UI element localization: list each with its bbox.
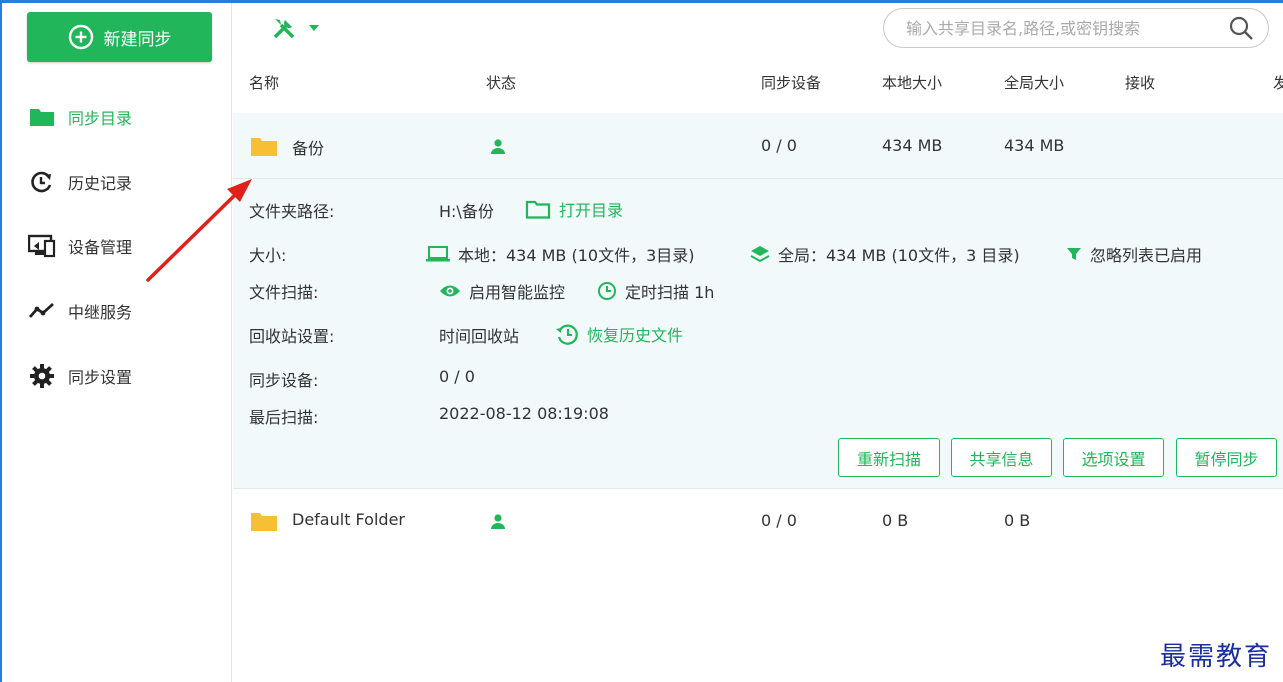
user-icon: [491, 514, 505, 529]
recycle-value: 时间回收站: [439, 327, 520, 346]
path-value: H:\备份: [439, 202, 494, 221]
restore-icon: [556, 324, 578, 345]
sidebar-item-label: 设备管理: [68, 238, 133, 257]
new-sync-button[interactable]: 新建同步: [27, 12, 212, 62]
global-size: 434 MB: [1004, 136, 1065, 155]
app-window: 新建同步 同步目录 历史记录 设备管理 中继服务 同步设置 输入共享目录名,路径…: [0, 0, 1283, 682]
layers-icon: [750, 246, 770, 263]
tools-icon: [273, 19, 295, 39]
watch-text: 启用智能监控: [469, 283, 566, 302]
sidebar-item-label: 同步目录: [68, 109, 133, 128]
devices-value: 0 / 0: [439, 367, 475, 386]
open-directory-label: 打开目录: [559, 201, 624, 220]
rescan-button[interactable]: 重新扫描: [838, 438, 940, 477]
sidebar-item-devices[interactable]: 设备管理: [28, 231, 132, 261]
ignore-list-status: 忽略列表已启用: [1066, 242, 1202, 266]
folder-icon: [251, 138, 277, 156]
scan-interval-text: 定时扫描 1h: [625, 283, 715, 302]
column-header-global-size[interactable]: 全局大小: [1004, 72, 1064, 93]
plus-circle-icon: [68, 24, 93, 50]
folder-name: 备份: [292, 139, 325, 158]
pause-sync-button[interactable]: 暂停同步: [1176, 438, 1277, 477]
sidebar-item-label: 中继服务: [68, 303, 133, 322]
annotation-arrow-icon: [146, 179, 252, 282]
column-header-send[interactable]: 发: [1273, 72, 1283, 93]
folder-name: Default Folder: [292, 510, 405, 529]
gear-icon: [30, 364, 54, 388]
local-size-detail: 本地：434 MB (10文件，3目录): [426, 242, 695, 266]
column-header-devices[interactable]: 同步设备: [761, 72, 821, 93]
sidebar-item-sync-folders[interactable]: 同步目录: [28, 102, 132, 132]
main-panel: 名称 状态 同步设备 本地大小 全局大小 接收 发 备份 0 / 0 434 M…: [233, 3, 1283, 682]
folder-icon: [251, 513, 277, 531]
history-icon: [31, 171, 52, 193]
local-size-text: 本地：434 MB (10文件，3目录): [458, 246, 695, 265]
column-header-status[interactable]: 状态: [486, 72, 516, 93]
divider: [233, 488, 1283, 489]
expanded-row-background: [233, 113, 1283, 488]
devices-label: 同步设备:: [249, 371, 319, 390]
filter-icon: [1067, 248, 1081, 260]
options-button[interactable]: 选项设置: [1063, 438, 1164, 477]
column-header-receive[interactable]: 接收: [1125, 72, 1155, 93]
search-input[interactable]: [906, 18, 1228, 38]
global-size-text: 全局：434 MB (10文件，3 目录): [778, 246, 1020, 265]
ignore-list-text: 忽略列表已启用: [1090, 246, 1203, 265]
tools-menu[interactable]: [271, 15, 321, 41]
recycle-label: 回收站设置:: [249, 327, 335, 346]
column-header-name[interactable]: 名称: [249, 72, 279, 93]
folder-icon: [30, 109, 54, 126]
watermark: 最需教育: [1160, 642, 1273, 672]
caret-down-icon: [309, 25, 319, 31]
sidebar: 新建同步 同步目录 历史记录 设备管理 中继服务 同步设置: [0, 3, 232, 682]
folder-outline-icon: [525, 200, 551, 219]
sidebar-item-label: 同步设置: [68, 368, 133, 387]
global-size-detail: 全局：434 MB (10文件，3 目录): [750, 242, 1020, 266]
local-size: 0 B: [882, 511, 909, 530]
sync-devices: 0 / 0: [761, 136, 797, 155]
path-label: 文件夹路径:: [249, 202, 335, 221]
sidebar-item-label: 历史记录: [68, 174, 133, 193]
eye-icon: [440, 285, 460, 297]
search-icon[interactable]: [1228, 15, 1254, 41]
laptop-icon: [426, 246, 450, 262]
share-info-button[interactable]: 共享信息: [951, 438, 1052, 477]
device-icon: [28, 234, 56, 258]
local-size: 434 MB: [882, 136, 943, 155]
last-scan-label: 最后扫描:: [249, 408, 319, 427]
restore-history-label: 恢复历史文件: [587, 326, 684, 345]
divider: [233, 178, 1283, 179]
sidebar-item-settings[interactable]: 同步设置: [28, 361, 132, 391]
search-box[interactable]: [883, 8, 1269, 48]
global-size: 0 B: [1004, 511, 1031, 530]
watch-status: 启用智能监控: [439, 279, 565, 303]
sidebar-item-relay[interactable]: 中继服务: [28, 296, 132, 326]
clock-icon: [598, 282, 616, 300]
relay-icon: [28, 302, 54, 318]
last-scan-value: 2022-08-12 08:19:08: [439, 404, 609, 423]
column-header-local-size[interactable]: 本地大小: [882, 72, 942, 93]
open-directory-link[interactable]: 打开目录: [525, 197, 623, 221]
restore-history-link[interactable]: 恢复历史文件: [555, 322, 683, 346]
sidebar-item-history[interactable]: 历史记录: [28, 167, 132, 197]
user-icon: [491, 139, 505, 154]
sync-devices: 0 / 0: [761, 511, 797, 530]
scan-interval: 定时扫描 1h: [597, 279, 714, 303]
new-sync-label: 新建同步: [103, 29, 172, 50]
